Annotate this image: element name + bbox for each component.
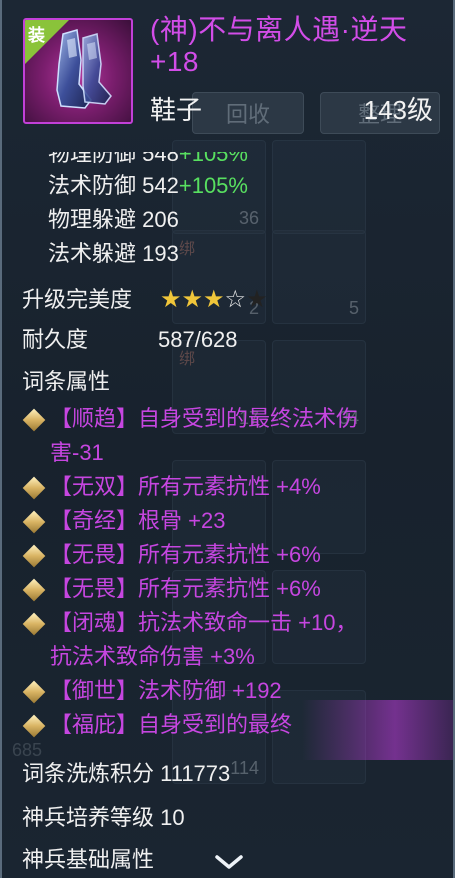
star-empty-icon: ☆ xyxy=(224,286,247,313)
equipped-tag-label: 装 xyxy=(28,26,45,45)
star-dark-icon: ★ xyxy=(246,286,268,313)
affix-line: 【无双】所有元素抗性 +4% xyxy=(50,474,321,499)
stat-row: 法术躲避 193 xyxy=(48,240,179,268)
affix-line: 【福庇】自身受到的最终 xyxy=(50,712,293,737)
star-full-icon: ★ xyxy=(203,286,225,313)
durability-value: 587/628 xyxy=(158,327,238,352)
stat-value: 542 xyxy=(142,173,179,198)
refine-score: 词条洗炼积分 111773 xyxy=(22,761,231,786)
affix-line: 抗法术致命伤害 +3% xyxy=(50,644,255,669)
affix-section-label: 词条属性 xyxy=(22,369,111,394)
affix-line: 【御世】法术防御 +192 xyxy=(50,678,282,703)
base-attribute-label: 神兵基础属性 xyxy=(22,847,155,872)
slot-count: 685 xyxy=(12,740,43,760)
affix-line: 【奇经】根骨 +23 xyxy=(50,508,226,533)
stat-value: 193 xyxy=(142,241,179,266)
stat-row: 物理躲避 206 xyxy=(48,206,179,234)
affix-line: 【闭魂】抗法术致命一击 +10， xyxy=(50,610,358,635)
upgrade-label: 升级完美度 xyxy=(22,287,133,312)
item-tooltip-panel: 回收 整理 36 绑2 5 绑 17 34 114 685 装 (神)不与离人遇… xyxy=(0,0,455,878)
item-icon-frame: 装 xyxy=(23,18,133,124)
durability-label: 耐久度 xyxy=(22,327,89,352)
item-level: 143级 xyxy=(363,95,433,125)
fade-overlay xyxy=(302,700,453,760)
affix-line: 【无畏】所有元素抗性 +6% xyxy=(50,576,321,601)
chevron-down-icon[interactable] xyxy=(214,852,244,872)
upgrade-stars: ★ ★ ★ ☆ ★ xyxy=(160,286,268,314)
affix-line: 害-31 xyxy=(50,440,104,465)
item-type: 鞋子 xyxy=(150,95,203,125)
stat-row: 法术防御 542+105% xyxy=(48,172,248,200)
stat-value: 206 xyxy=(142,207,179,232)
stat-label: 物理躲避 xyxy=(48,207,137,232)
star-full-icon: ★ xyxy=(160,286,182,313)
cultivation-level: 神兵培养等级 10 xyxy=(22,805,185,830)
stat-label: 法术防御 xyxy=(48,173,137,198)
affix-line: 【无畏】所有元素抗性 +6% xyxy=(50,542,321,567)
star-full-icon: ★ xyxy=(181,286,204,313)
stat-bonus: +105% xyxy=(178,173,248,198)
item-name: (神)不与离人遇·逆天 +18 xyxy=(150,14,408,77)
inventory-slot[interactable]: 5 xyxy=(272,230,366,324)
affix-line: 【顺趋】自身受到的最终法术伤 xyxy=(50,406,359,431)
stat-label: 法术躲避 xyxy=(48,241,137,266)
inventory-slot[interactable] xyxy=(272,140,366,234)
